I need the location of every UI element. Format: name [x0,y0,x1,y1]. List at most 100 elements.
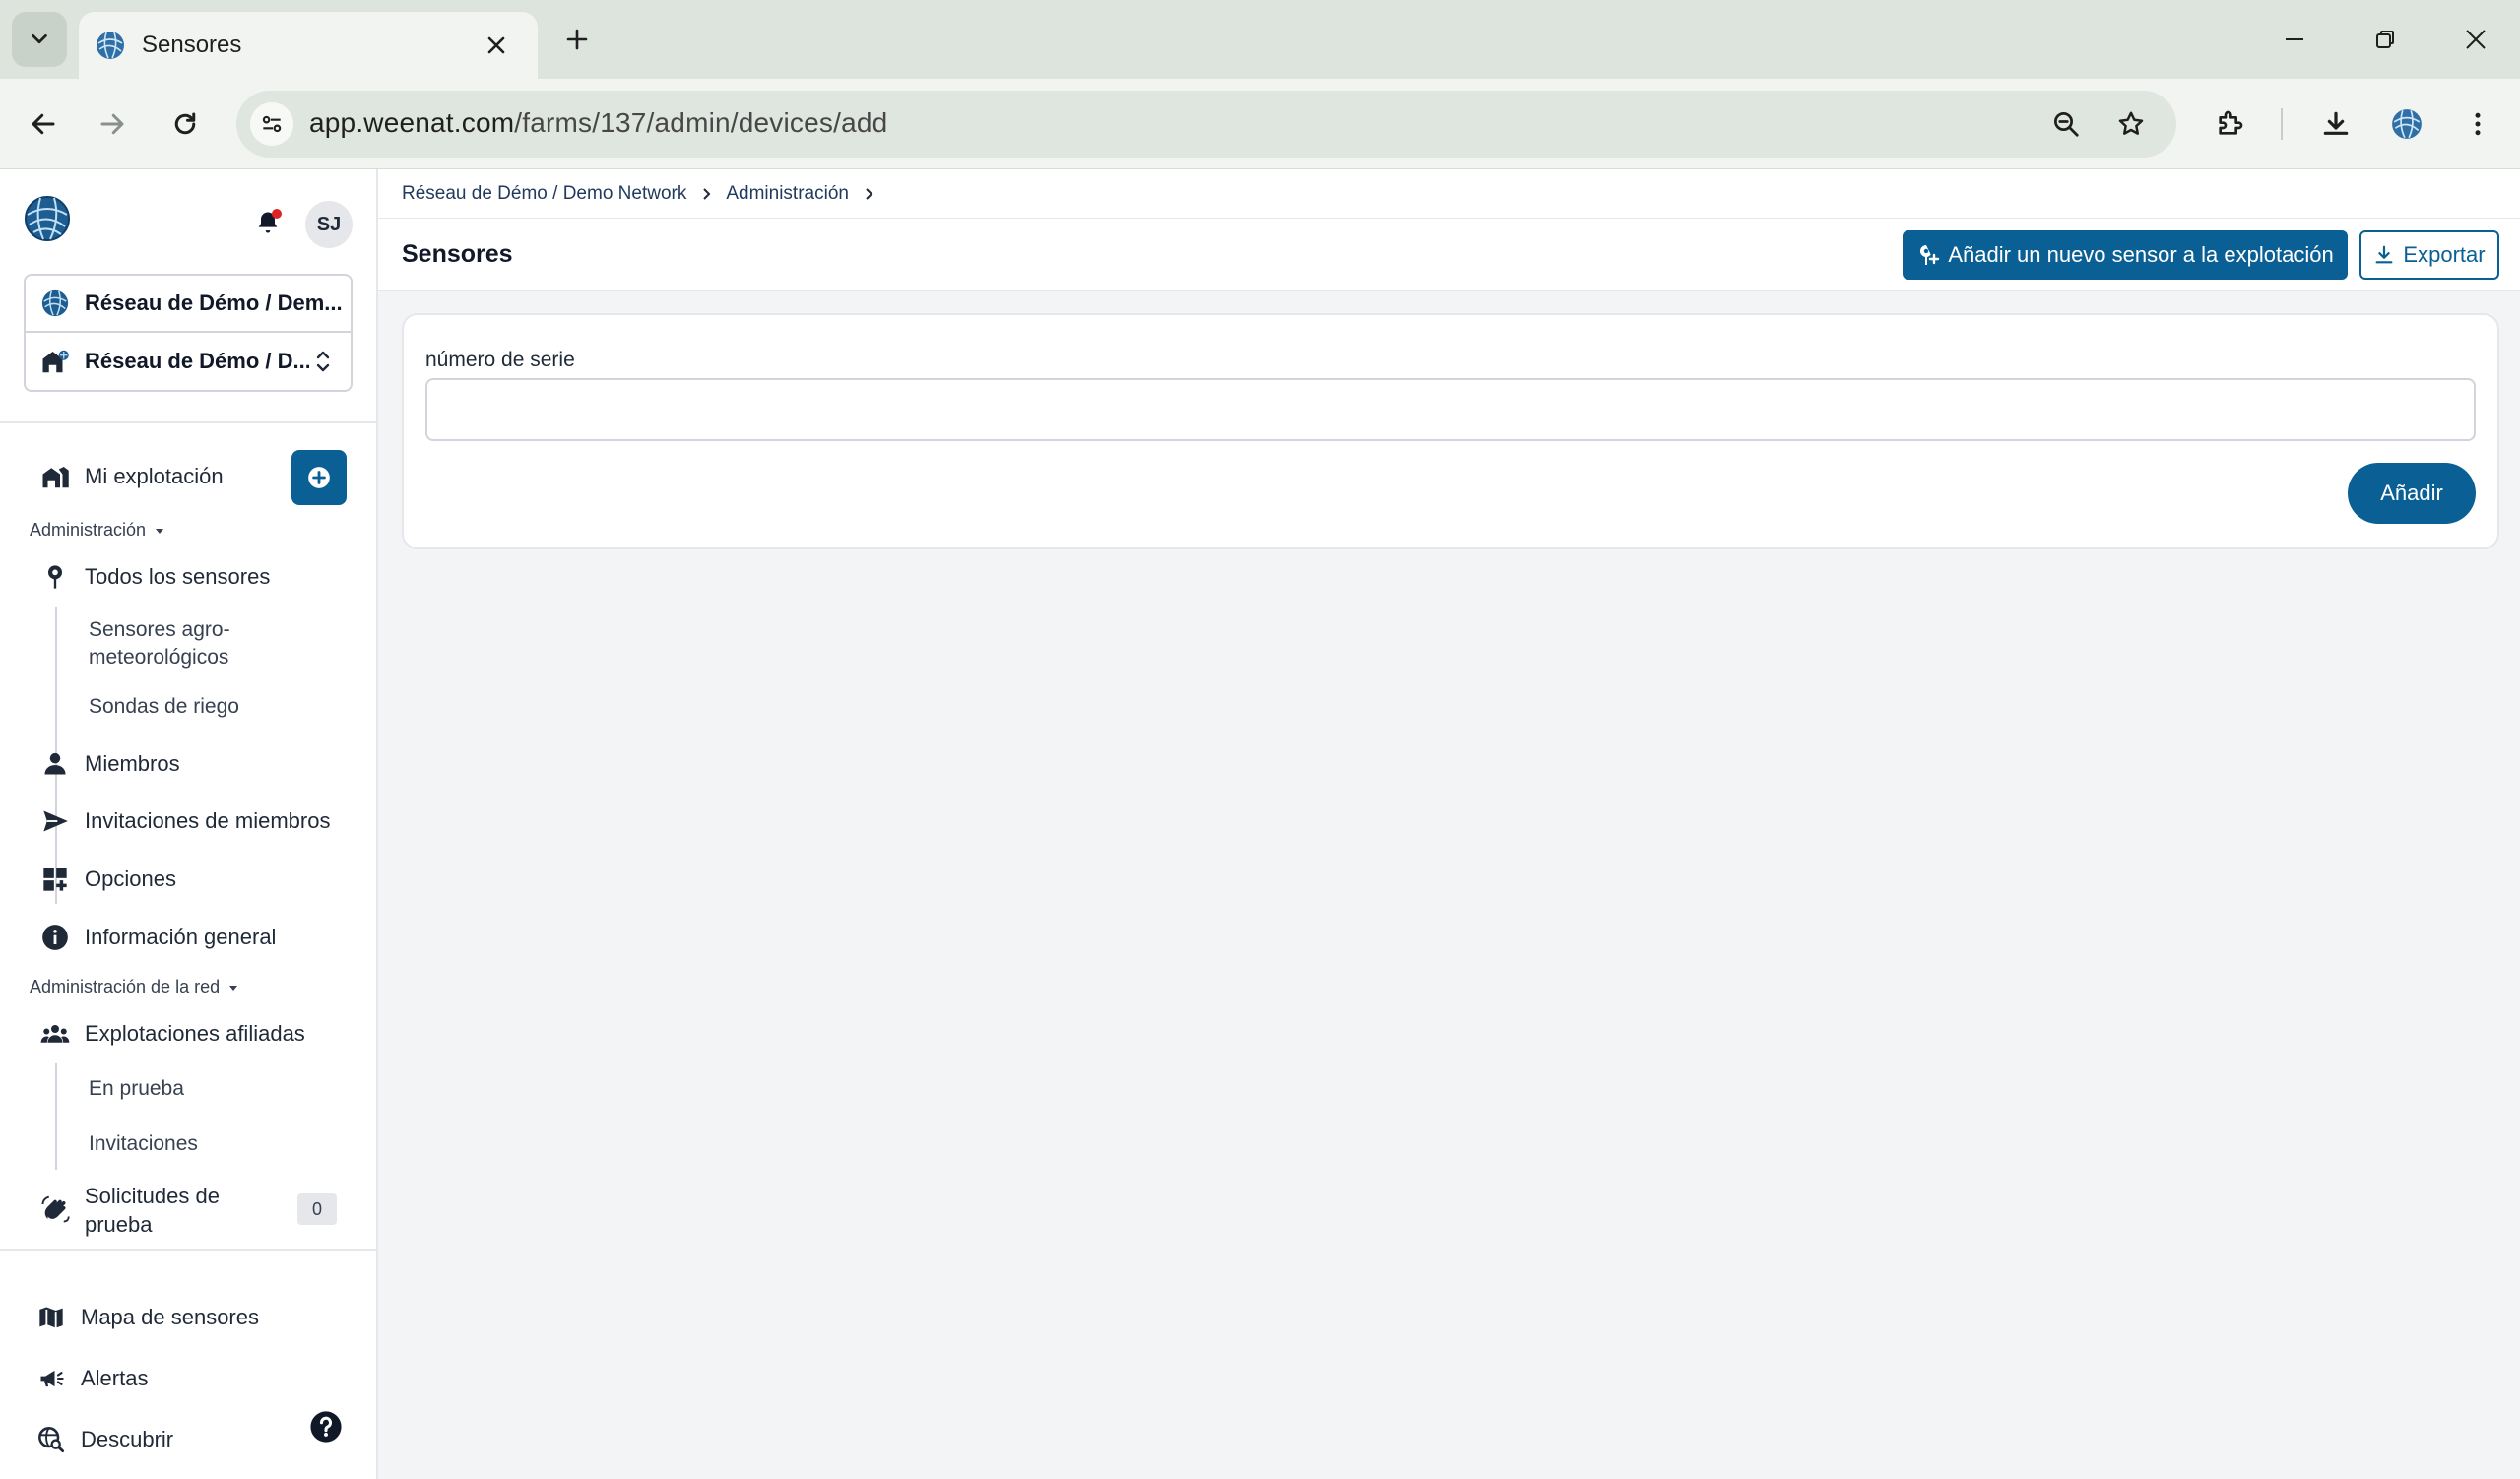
add-button[interactable]: Añadir [2348,463,2476,524]
sidebar-item-label: Opciones [85,867,176,891]
arrow-right-icon [100,113,124,135]
new-tab-button[interactable] [557,20,597,59]
sidebar-item-members[interactable]: Miembros [39,748,180,780]
restore-button[interactable] [2365,20,2405,59]
sidebar-divider [0,1249,376,1251]
map-icon [35,1302,67,1333]
bookmark-button[interactable] [2111,104,2151,144]
sidebar-item-alerts[interactable]: Alertas [35,1363,148,1394]
sidebar-subitem-invitations[interactable]: Invitaciones [89,1130,198,1158]
minimize-button[interactable] [2275,20,2314,59]
sidebar-divider [0,421,376,423]
tune-icon [262,115,282,133]
minimize-icon [2286,38,2303,40]
sidebar-item-sensor-map[interactable]: Mapa de sensores [35,1302,259,1333]
url-path: /farms/137/admin/devices/add [514,107,888,138]
add-farm-button[interactable] [291,450,347,505]
farm-selector[interactable]: Réseau de Démo / Dem... Réseau de Démo /… [24,274,353,392]
weenat-favicon-icon [97,32,124,59]
weenat-logo[interactable] [24,195,71,242]
weenat-profile-icon [2392,109,2422,139]
zoom-out-icon [2054,112,2079,137]
page-header: Sensores Añadir un nuevo sensor a la exp… [378,219,2520,291]
add-sensor-to-farm-button[interactable]: Añadir un nuevo sensor a la explotación [1903,230,2348,280]
sidebar-item-label: Mapa de sensores [81,1305,259,1329]
profile-button[interactable] [2383,100,2430,148]
sidebar-item-general-info[interactable]: Información general [39,922,276,953]
info-icon [39,922,71,953]
chevron-down-icon [32,33,47,44]
add-sensor-button-label: Añadir un nuevo sensor a la explotación [1948,242,2334,267]
sidebar-item-label: Solicitudes de prueba [85,1182,220,1239]
export-button[interactable]: Exportar [2359,230,2499,280]
sidebar-item-member-invitations[interactable]: Invitaciones de miembros [39,805,330,837]
serial-number-input[interactable] [425,378,2476,441]
farm-icon [39,461,71,492]
download-icon [2323,111,2349,135]
close-icon [487,36,505,54]
site-info-button[interactable] [250,102,293,146]
add-sensor-form-card: número de serie Añadir [402,313,2499,549]
plus-icon [566,29,588,50]
chevron-right-icon [703,187,711,200]
person-icon [39,748,71,780]
sidebar-item-discover[interactable]: Descubrir [35,1424,173,1455]
tab-close-button[interactable] [481,30,512,61]
send-icon [39,805,71,837]
breadcrumb-network[interactable]: Réseau de Démo / Demo Network [402,183,686,205]
url-text[interactable]: app.weenat.com/farms/137/admin/devices/a… [309,107,887,139]
sidebar-item-label: Todos los sensores [85,564,271,589]
dashboard-grid-icon [39,864,71,895]
close-icon [2466,30,2486,49]
puzzle-icon [2219,110,2243,135]
caret-down-icon [229,985,238,991]
megaphone-icon [35,1363,67,1394]
sidebar-item-trial-requests[interactable]: Solicitudes de prueba [39,1182,220,1239]
forward-button[interactable] [89,100,136,148]
farm-selector-row[interactable]: Réseau de Démo / D... [26,333,351,390]
close-window-button[interactable] [2456,20,2495,59]
sidebar-subitem-label-line1: Sensores agro- [89,618,230,641]
extensions-button[interactable] [2206,100,2253,148]
back-button[interactable] [20,100,67,148]
sidebar-item-all-sensors[interactable]: Todos los sensores [39,561,270,593]
chevron-updown-icon [316,351,330,372]
download-icon [2375,245,2393,264]
sidebar-item-my-farm[interactable]: Mi explotación [39,461,224,492]
breadcrumb-administration[interactable]: Administración [726,183,849,205]
sidebar-item-label: Descubrir [81,1427,174,1451]
reload-icon [174,112,196,135]
sidebar-item-label: Información general [85,925,277,949]
export-button-label: Exportar [2403,242,2486,267]
chevron-right-icon [866,187,873,200]
sidebar-item-options[interactable]: Opciones [39,864,176,895]
browser-tab-bar: Sensores [0,0,2520,79]
browser-menu-button[interactable] [2454,100,2501,148]
trial-requests-line1: Solicitudes de [85,1184,220,1208]
sidebar-item-label: Alertas [81,1366,149,1390]
user-avatar[interactable]: SJ [305,201,353,248]
sidebar-item-affiliated-farms[interactable]: Explotaciones afiliadas [39,1018,305,1050]
sidebar-subitem-agro-sensors[interactable]: Sensores agro- meteorológicos [89,616,230,672]
help-icon[interactable] [309,1410,343,1444]
tab-search-button[interactable] [12,12,67,67]
sidebar: SJ Réseau de Démo / Dem... Réseau de Dém… [0,169,378,1479]
browser-toolbar: app.weenat.com/farms/137/admin/devices/a… [0,79,2520,169]
zoom-button[interactable] [2046,104,2086,144]
group-icon [39,1018,71,1050]
browser-tab[interactable]: Sensores [79,12,538,79]
restore-icon [2376,31,2394,48]
sidebar-subitem-in-trial[interactable]: En prueba [89,1075,184,1103]
arrow-left-icon [32,113,55,135]
network-selector-label: Réseau de Démo / Dem... [85,290,343,315]
address-bar[interactable]: app.weenat.com/farms/137/admin/devices/a… [236,91,2176,158]
network-admin-section-toggle[interactable]: Administración de la red [30,977,239,997]
toolbar-separator [2281,108,2283,140]
admin-section-toggle[interactable]: Administración [30,520,165,541]
url-host: app.weenat.com [309,107,515,138]
reload-button[interactable] [162,100,209,148]
downloads-button[interactable] [2312,100,2359,148]
page-title: Sensores [402,240,513,268]
network-selector[interactable]: Réseau de Démo / Dem... [26,276,351,333]
sidebar-subitem-irrigation-probes[interactable]: Sondas de riego [89,693,239,721]
